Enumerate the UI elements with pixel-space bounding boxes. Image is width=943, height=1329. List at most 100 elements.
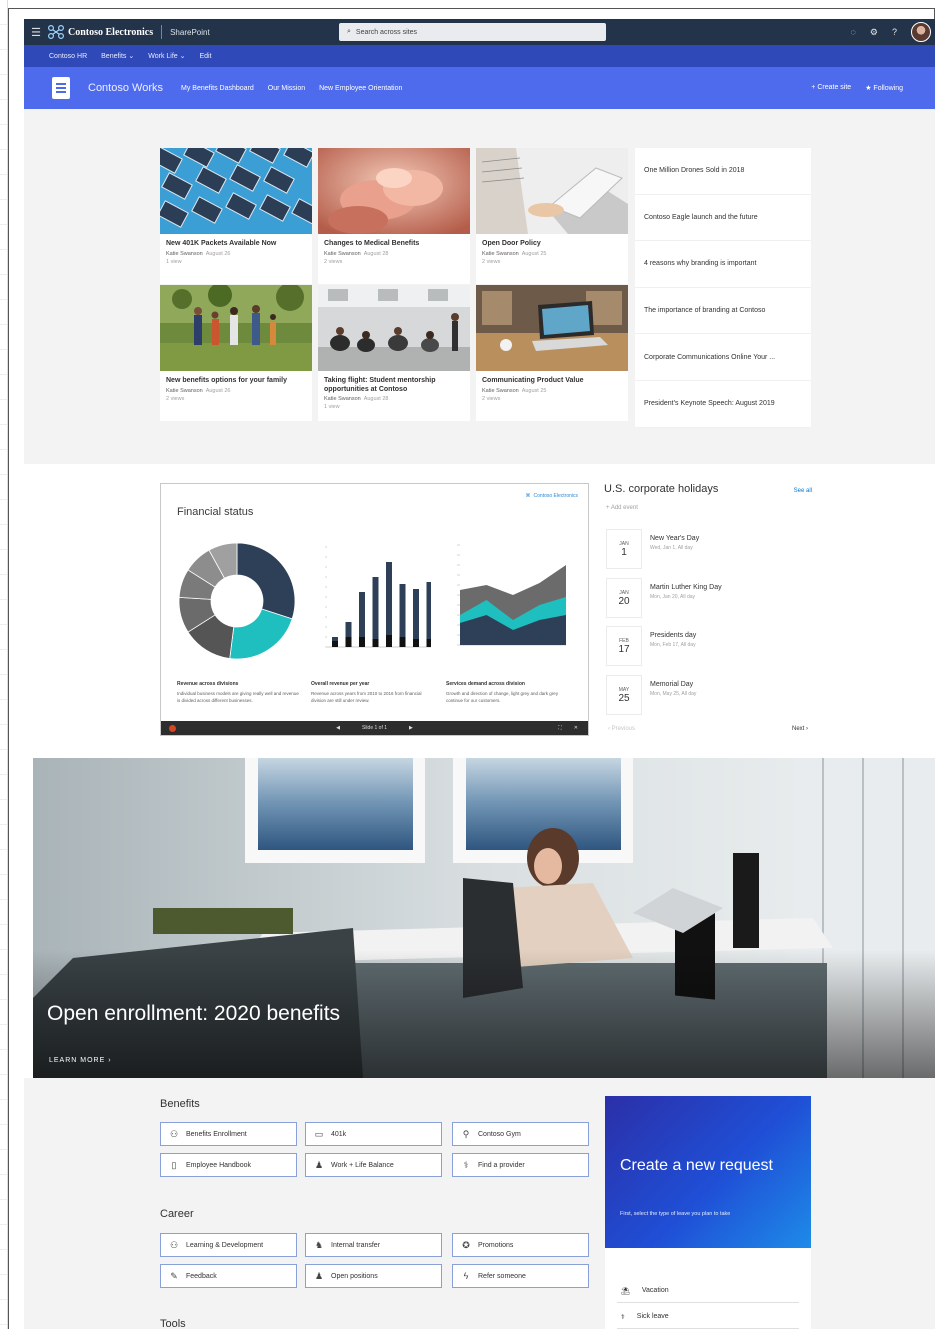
quicklink-open-positions[interactable]: ♟ Open positions xyxy=(305,1264,442,1288)
quicklink-label: Feedback xyxy=(186,1272,217,1280)
news-title[interactable]: Taking flight: Student mentorship opport… xyxy=(318,371,470,395)
quicklink-benefits-enrollment[interactable]: ⚇ Benefits Enrollment xyxy=(160,1122,297,1146)
quicklink-401k[interactable]: ▭ 401k xyxy=(305,1122,442,1146)
hub-item-home[interactable]: Contoso HR xyxy=(49,53,87,60)
event-item[interactable]: MAY 25 Memorial Day Mon, May 25, All day xyxy=(606,675,812,717)
next-button[interactable]: Next › xyxy=(792,726,808,732)
news-card[interactable]: Open Door Policy Katie Swanson August 25 … xyxy=(476,148,628,284)
nav-orientation[interactable]: New Employee Orientation xyxy=(319,85,402,92)
create-request-card[interactable]: Create a new request First, select the t… xyxy=(605,1096,811,1248)
news-title[interactable]: New 401K Packets Available Now xyxy=(160,234,312,250)
request-vacation[interactable]: ⛱ Vacation xyxy=(617,1279,799,1303)
app-name[interactable]: SharePoint xyxy=(162,28,210,37)
donut-slice xyxy=(236,542,296,620)
search-placeholder: Search across sites xyxy=(355,28,418,36)
news-author: Katie Swanson xyxy=(166,251,203,257)
donut-chart xyxy=(178,542,296,660)
slide-counter: Slide 1 of 1 xyxy=(361,725,388,731)
headline-item[interactable]: One Million Drones Sold in 2018 xyxy=(635,148,811,195)
powerpoint-icon xyxy=(169,724,176,732)
bar-base xyxy=(372,639,379,647)
quicklink-label: Contoso Gym xyxy=(478,1130,521,1138)
quicklink-promotions[interactable]: ✪ Promotions xyxy=(452,1233,589,1257)
following-button[interactable]: ★ Following xyxy=(865,84,903,92)
chart-desc: Individual business models are giving re… xyxy=(177,691,299,703)
request-label: Vacation xyxy=(641,1287,669,1294)
request-label: Sick leave xyxy=(636,1313,669,1320)
bar-chart xyxy=(325,546,431,648)
help-icon[interactable]: ? xyxy=(892,27,897,37)
avatar[interactable] xyxy=(911,22,931,42)
hero-title: Open enrollment: 2020 benefits xyxy=(47,1002,341,1025)
news-card[interactable]: New 401K Packets Available Now Katie Swa… xyxy=(160,148,312,284)
hub-item-benefits[interactable]: Benefits ⌄ xyxy=(101,52,134,60)
learn-more-link[interactable]: LEARN MORE › xyxy=(49,1057,112,1064)
quicklink-handbook[interactable]: ▯ Employee Handbook xyxy=(160,1153,297,1177)
headline-item[interactable]: The importance of branding at Contoso xyxy=(635,288,811,335)
news-author: Katie Swanson xyxy=(166,388,203,394)
event-date: FEB 17 xyxy=(606,626,642,666)
bar-base xyxy=(426,639,431,647)
gear-icon[interactable]: ⚙ xyxy=(870,27,878,38)
create-site-button[interactable]: + Create site xyxy=(811,84,851,92)
news-card[interactable]: Taking flight: Student mentorship opport… xyxy=(318,285,470,421)
news-title[interactable]: Communicating Product Value xyxy=(476,371,628,387)
hub-item-work-life[interactable]: Work Life ⌄ xyxy=(148,52,185,60)
quicklink-learning[interactable]: ⚇ Learning & Development xyxy=(160,1233,297,1257)
hub-item-edit[interactable]: Edit xyxy=(200,53,212,60)
waffle-icon[interactable]: ☰ xyxy=(24,19,48,45)
financial-brand-name: Contoso Electronics xyxy=(533,493,578,499)
event-item[interactable]: FEB 17 Presidents day Mon, Feb 17, All day xyxy=(606,626,812,668)
news-date: August 26 xyxy=(205,251,231,257)
see-all-link[interactable]: See all xyxy=(794,488,812,494)
site-title[interactable]: Contoso Works xyxy=(88,82,163,94)
event-day: 20 xyxy=(618,595,630,607)
chart-label: Services demand across division xyxy=(446,681,525,687)
headline-item[interactable]: President’s Keynote Speech: August 2019 xyxy=(635,381,811,428)
news-card[interactable]: New benefits options for your family Kat… xyxy=(160,285,312,421)
news-title[interactable]: New benefits options for your family xyxy=(160,371,312,387)
news-views: 1 view xyxy=(166,259,182,265)
notifications-icon[interactable]: ◌ xyxy=(851,27,856,37)
financial-status-embed[interactable]: Financial status ⌘ Contoso Electronics Re… xyxy=(160,483,589,736)
quicklink-find-provider[interactable]: ⚕ Find a provider xyxy=(452,1153,589,1177)
headline-item[interactable]: Contoso Eagle launch and the future xyxy=(635,195,811,242)
news-title[interactable]: Open Door Policy xyxy=(476,234,628,250)
event-name: Presidents day xyxy=(650,632,697,639)
next-slide-icon[interactable]: ▶ xyxy=(409,725,413,731)
fullscreen-icon[interactable]: ⛶ xyxy=(558,725,562,731)
news-card[interactable]: Changes to Medical Benefits Katie Swanso… xyxy=(318,148,470,284)
hero-banner[interactable]: Open enrollment: 2020 benefits LEARN MOR… xyxy=(33,758,935,1078)
close-icon[interactable]: ✕ xyxy=(574,725,578,731)
quicklink-gym[interactable]: ⚲ Contoso Gym xyxy=(452,1122,589,1146)
quicklink-refer[interactable]: ϟ Refer someone xyxy=(452,1264,589,1288)
financial-brand: ⌘ Contoso Electronics xyxy=(526,493,578,499)
stethoscope-icon: ⚕ xyxy=(463,1159,469,1170)
news-image-desk xyxy=(476,285,628,371)
news-date: August 28 xyxy=(363,251,389,257)
prev-slide-icon[interactable]: ◀ xyxy=(336,725,340,731)
quicklink-internal-transfer[interactable]: ♞ Internal transfer xyxy=(305,1233,442,1257)
news-title[interactable]: Changes to Medical Benefits xyxy=(318,234,470,250)
request-sick-leave[interactable]: ⚕ Sick leave xyxy=(617,1305,799,1329)
site-logo-icon[interactable] xyxy=(52,77,70,99)
previous-button[interactable]: ‹ Previous xyxy=(608,726,635,732)
quicklink-work-life[interactable]: ♟ Work + Life Balance xyxy=(305,1153,442,1177)
news-meta: Katie Swanson August 28 xyxy=(318,395,470,403)
event-item[interactable]: JAN 20 Martin Luther King Day Mon, Jan 20,… xyxy=(606,578,812,620)
news-card[interactable]: Communicating Product Value Katie Swanso… xyxy=(476,285,628,421)
tools-heading: Tools xyxy=(160,1318,186,1329)
bar xyxy=(386,562,392,647)
nav-our-mission[interactable]: Our Mission xyxy=(268,85,305,92)
event-item[interactable]: JAN 1 New Year's Day Wed, Jan 1, All day xyxy=(606,529,812,571)
headline-item[interactable]: 4 reasons why branding is important xyxy=(635,241,811,288)
headline-item[interactable]: Corporate Communications Online Your ... xyxy=(635,334,811,381)
add-event-button[interactable]: + Add event xyxy=(606,505,638,511)
fitness-icon: ⚲ xyxy=(462,1128,470,1139)
quicklink-label: Refer someone xyxy=(478,1272,526,1280)
nav-benefits-dashboard[interactable]: My Benefits Dashboard xyxy=(181,85,254,92)
bar-base xyxy=(386,635,392,647)
brand[interactable]: Contoso Electronics xyxy=(48,25,163,39)
search-box[interactable]: ⌕ Search across sites xyxy=(339,23,606,41)
quicklink-feedback[interactable]: ✎ Feedback xyxy=(160,1264,297,1288)
